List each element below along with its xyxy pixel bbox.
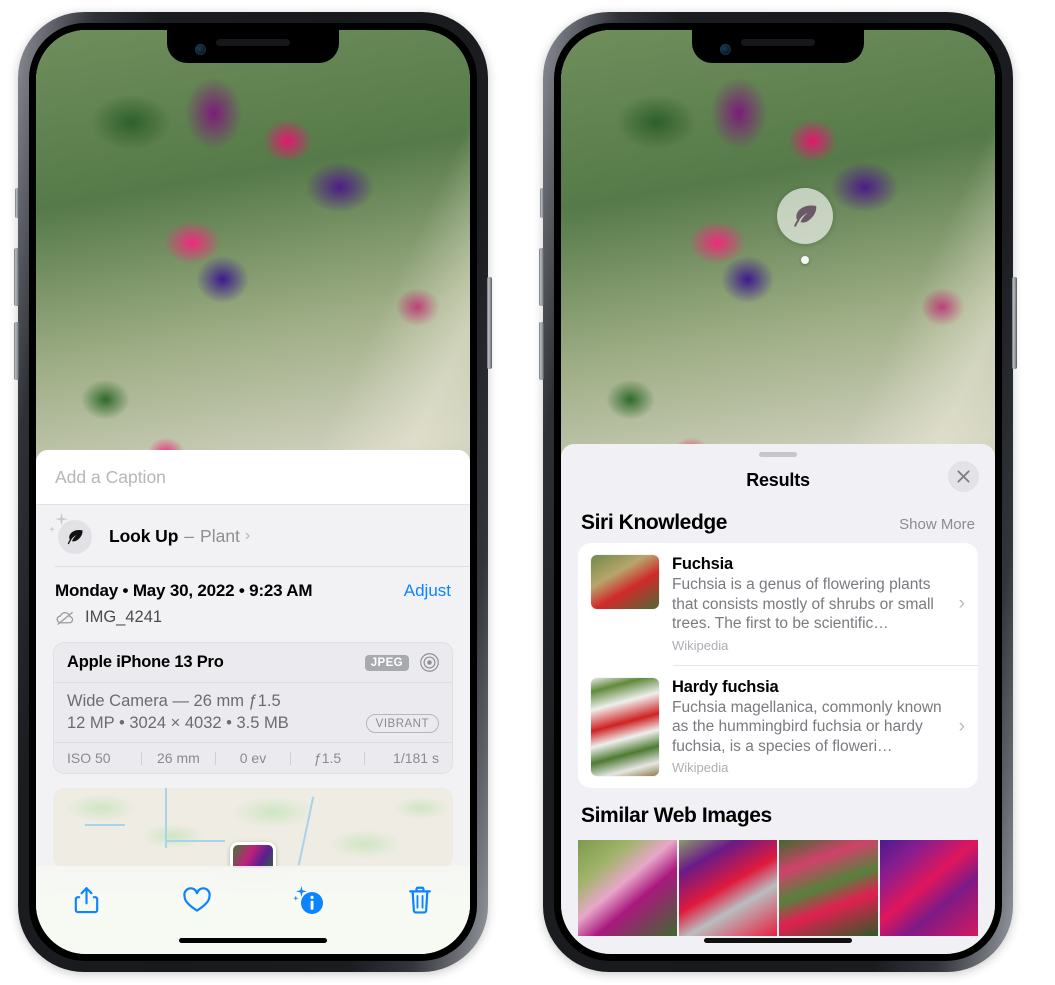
look-up-icon-group [48,512,95,556]
power-button[interactable] [487,277,492,369]
results-header: Results [561,457,995,503]
cloud-slash-icon [56,611,74,625]
exif-card[interactable]: Apple iPhone 13 Pro JPEG Wide Camera — 2… [53,642,453,774]
exif-body: Wide Camera — 26 mm ƒ1.5 12 MP • 3024 × … [54,683,452,743]
web-image-thumbnail[interactable] [678,839,777,936]
results-title: Results [746,469,810,490]
caption-field-row[interactable]: Add a Caption [36,450,470,505]
trash-icon [409,886,431,914]
leaf-icon [794,205,817,227]
knowledge-item-description: Fuchsia magellanica, commonly known as t… [672,698,942,755]
file-format-badge: JPEG [364,654,409,671]
list-item[interactable]: Fuchsia Fuchsia is a genus of flowering … [578,543,978,665]
volume-up-button[interactable] [539,248,544,306]
close-icon [957,470,970,483]
volume-down-button[interactable] [14,322,19,380]
knowledge-item-title: Hardy fuchsia [672,677,779,696]
caption-input-placeholder[interactable]: Add a Caption [55,467,166,488]
iphone-left: Add a Caption Look Up – Plant › Monday •… [14,12,492,972]
screen-left: Add a Caption Look Up – Plant › Monday •… [36,30,470,954]
map-photo-pin[interactable] [230,842,276,868]
look-up-separator: – [184,525,195,546]
mute-switch[interactable] [15,188,19,218]
chevron-right-icon: › [958,715,965,737]
show-more-button[interactable]: Show More [899,516,975,533]
front-camera-icon [720,44,731,55]
volume-down-button[interactable] [539,322,544,380]
look-up-row[interactable]: Look Up – Plant › [36,505,470,567]
power-button[interactable] [1012,277,1017,369]
exif-shutter: 1/181 s [393,750,439,766]
share-button[interactable] [66,880,106,920]
iphone-right: Results Siri Knowledge Show More Fuchsia… [539,12,1017,972]
home-indicator[interactable] [704,937,852,943]
leaf-icon [67,529,83,545]
heart-icon [183,887,212,912]
knowledge-item-title: Fuchsia [672,555,733,573]
info-sparkle-icon [292,886,323,914]
earpiece-speaker [216,39,290,46]
web-image-thumbnail[interactable] [879,839,978,936]
similar-web-images-strip [578,839,978,936]
file-name-text: IMG_4241 [85,608,163,626]
device-bezel: Results Siri Knowledge Show More Fuchsia… [554,23,1002,961]
front-camera-icon [195,44,206,55]
adjust-button[interactable]: Adjust [404,581,451,601]
screenshot-stage: Add a Caption Look Up – Plant › Monday •… [0,0,1055,985]
camera-device-name: Apple iPhone 13 Pro [67,653,224,671]
fuchsia-thumbnail [591,555,659,609]
lens-info-text: Wide Camera — 26 mm ƒ1.5 [67,692,281,710]
list-item[interactable]: Hardy fuchsia Fuchsia magellanica, commo… [578,666,978,788]
visual-look-up-badge[interactable] [777,188,833,244]
siri-knowledge-list: Fuchsia Fuchsia is a genus of flowering … [578,543,978,788]
info-button[interactable] [289,880,329,920]
device-bezel: Add a Caption Look Up – Plant › Monday •… [29,23,477,961]
similar-web-images-title: Similar Web Images [581,803,772,827]
exif-aperture: ƒ1.5 [313,750,342,766]
hardy-fuchsia-thumbnail [591,677,659,776]
siri-knowledge-title: Siri Knowledge [581,511,728,534]
favorite-button[interactable] [177,880,217,920]
screen-right: Results Siri Knowledge Show More Fuchsia… [561,30,995,954]
look-up-icon-badge [58,520,92,554]
exif-stats-row: ISO 50 26 mm 0 ev ƒ1.5 1/181 s [54,743,452,773]
visual-look-up-anchor-dot [801,256,809,264]
web-image-thumbnail[interactable] [779,839,878,936]
notch [167,30,339,63]
volume-up-button[interactable] [14,248,19,306]
exif-exposure: 0 ev [239,750,267,766]
aperture-icon[interactable] [419,652,440,673]
web-image-thumbnail[interactable] [578,839,677,936]
mute-switch[interactable] [540,188,544,218]
chevron-right-icon: › [958,592,965,614]
exif-header: Apple iPhone 13 Pro JPEG [54,643,452,683]
results-sheet: Results Siri Knowledge Show More Fuchsia… [561,444,995,954]
file-row: IMG_4241 [36,603,470,628]
similar-web-images-header: Similar Web Images [561,788,995,836]
delete-button[interactable] [400,880,440,920]
photo-info-sheet: Add a Caption Look Up – Plant › Monday •… [36,450,470,954]
exif-focal: 26 mm [156,750,200,766]
home-indicator[interactable] [179,937,327,943]
knowledge-item-source: Wikipedia [672,637,729,653]
knowledge-item-description: Fuchsia is a genus of flowering plants t… [672,576,934,633]
photographic-style-badge: VIBRANT [365,714,439,733]
share-icon [74,887,98,914]
sparkle-icon-small [48,525,56,533]
close-button[interactable] [948,461,979,492]
date-row: Monday • May 30, 2022 • 9:23 AM Adjust [36,567,470,603]
resolution-size-text: 12 MP • 3024 × 4032 • 3.5 MB [67,714,289,732]
look-up-title: Look Up [109,525,179,546]
siri-knowledge-header: Siri Knowledge Show More [561,503,995,543]
exif-iso: ISO 50 [67,750,111,766]
look-up-subject: Plant [200,525,240,546]
earpiece-speaker [741,39,815,46]
photo-date-text: Monday • May 30, 2022 • 9:23 AM [55,581,313,600]
location-map[interactable] [53,788,453,868]
knowledge-item-source: Wikipedia [672,760,729,776]
divider [55,566,470,567]
chevron-right-icon: › [244,527,251,544]
notch [692,30,864,63]
